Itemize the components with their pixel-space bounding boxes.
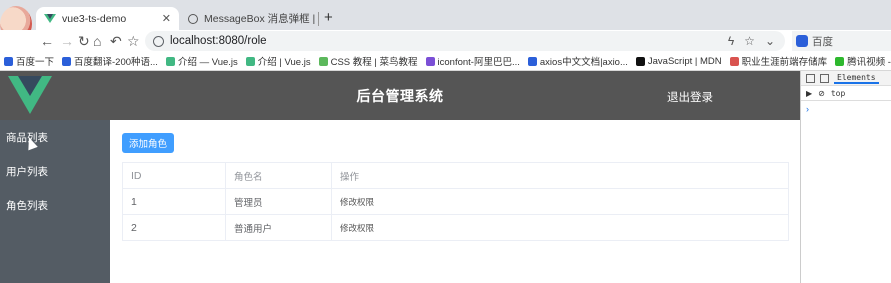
bookmark-item[interactable]: CSS 教程 | 菜鸟教程 (315, 54, 422, 68)
bookmark-favicon-icon (635, 56, 645, 66)
table-row: 1 管理员 修改权限 (122, 188, 789, 215)
context-selector[interactable]: top (831, 89, 845, 98)
back-icon[interactable]: ← (40, 32, 54, 50)
bookmark-item[interactable]: 百度一下 (0, 54, 58, 68)
bookmark-label: axios中文文档|axio... (539, 57, 628, 68)
bookmark-label: 介绍 | Vue.js (257, 57, 311, 68)
cell-role-name: 普通用户 (225, 214, 332, 241)
browser-toolbar: ← → ↻ ⌂ ↶ ☆ localhost:8080/role ϟ ☆ ⌄ 百度 (0, 30, 891, 52)
logout-button[interactable]: 退出登录 (667, 89, 713, 105)
column-header-role-name: 角色名 (225, 162, 332, 189)
search-engine-box[interactable]: 百度 (792, 31, 891, 51)
clear-console-icon[interactable]: ⊘ (818, 89, 825, 98)
sidebar-item-products[interactable]: 商品列表 (0, 120, 110, 154)
close-icon[interactable]: ✕ (162, 12, 171, 25)
bookmark-favicon-icon (318, 56, 328, 66)
lightning-icon[interactable]: ϟ (728, 34, 734, 48)
devtools-console-bar: ▶ ⊘ top (801, 86, 891, 101)
bookmark-favicon-icon (4, 56, 13, 66)
sidebar-item-label: 用户列表 (6, 165, 48, 178)
bookmark-favicon-icon (729, 56, 739, 66)
bookmark-item[interactable]: 介绍 — Vue.js (162, 54, 242, 68)
bookmark-star-icon[interactable]: ☆ (127, 32, 140, 50)
column-header-id: ID (122, 162, 226, 189)
bookmark-label: 腾讯视频 - 中国领... (847, 57, 891, 68)
bookmark-label: 介绍 — Vue.js (177, 57, 238, 68)
tab-elements[interactable]: Elements (834, 73, 879, 84)
table-header-row: ID 角色名 操作 (122, 162, 789, 189)
device-toggle-icon[interactable] (820, 73, 829, 83)
baidu-icon (796, 35, 808, 47)
cell-id: 2 (122, 214, 226, 241)
bookmark-item[interactable]: 介绍 | Vue.js (242, 54, 315, 68)
role-table: ID 角色名 操作 1 管理员 修改权限 2 普通用户 修改权限 (122, 162, 789, 241)
bookmark-favicon-icon (527, 56, 537, 66)
new-tab-button[interactable]: + (324, 9, 333, 26)
home-icon[interactable]: ⌂ (93, 32, 101, 50)
bookmark-favicon-icon (425, 56, 435, 66)
devtools-tabs: Elements (801, 71, 891, 86)
bookmark-favicon-icon (245, 56, 255, 66)
bookmark-favicon-icon (165, 56, 175, 66)
bookmark-item[interactable]: 腾讯视频 - 中国领... (831, 54, 891, 68)
reload-icon[interactable]: ↻ (78, 32, 90, 50)
edit-permission-link[interactable]: 修改权限 (331, 214, 789, 241)
star-icon[interactable]: ☆ (744, 34, 755, 48)
cell-id: 1 (122, 188, 226, 215)
globe-favicon-icon (188, 13, 198, 24)
bookmark-label: JavaScript | MDN (647, 55, 722, 67)
bookmark-label: 百度翻译-200种语... (74, 57, 158, 68)
sidebar-item-label: 角色列表 (6, 199, 48, 212)
tab-vue3-ts-demo[interactable]: vue3-ts-demo ✕ (36, 7, 179, 30)
add-role-button[interactable]: 添加角色 (122, 133, 174, 153)
address-bar[interactable]: localhost:8080/role ϟ ☆ ⌄ (145, 31, 785, 51)
inspect-icon[interactable] (806, 73, 815, 83)
bookmarks-bar: 百度一下 百度翻译-200种语... 介绍 — Vue.js 介绍 | Vue.js C… (0, 52, 891, 71)
tab-messagebox[interactable]: MessageBox 消息弹框 | Element Pl ✕ (180, 7, 318, 30)
url-text: localhost:8080/role (170, 35, 267, 47)
bookmark-item[interactable]: axios中文文档|axio... (524, 54, 632, 68)
browser-tab-strip: vue3-ts-demo ✕ MessageBox 消息弹框 | Element… (0, 0, 891, 42)
site-info-icon[interactable] (153, 35, 164, 47)
console-prompt[interactable]: › (806, 104, 809, 114)
sidebar: 商品列表 用户列表 角色列表 (0, 120, 110, 283)
tab-title: MessageBox 消息弹框 | Element Pl (204, 13, 318, 25)
bookmark-favicon-icon (62, 56, 72, 66)
column-header-actions: 操作 (331, 162, 789, 189)
bookmark-item[interactable]: iconfont-阿里巴巴... (422, 54, 524, 68)
sidebar-item-roles[interactable]: 角色列表 (0, 188, 110, 222)
bookmark-favicon-icon (835, 56, 845, 66)
app-header: 后台管理系统 退出登录 (0, 71, 800, 120)
bookmark-item[interactable]: JavaScript | MDN (632, 56, 726, 67)
app-root: 后台管理系统 退出登录 商品列表 用户列表 角色列表 添加角色 ID 角色名 操… (0, 71, 800, 283)
bookmark-item[interactable]: 职业生涯前端存储库 (726, 54, 832, 68)
search-engine-label: 百度 (812, 35, 833, 48)
bookmark-label: CSS 教程 | 菜鸟教程 (330, 57, 418, 68)
vue-favicon-icon (44, 14, 56, 23)
undo-icon[interactable]: ↶ (110, 32, 122, 50)
edit-permission-link[interactable]: 修改权限 (331, 188, 789, 215)
tab-divider (318, 12, 319, 26)
chevron-down-icon[interactable]: ⌄ (765, 34, 775, 48)
sidebar-item-users[interactable]: 用户列表 (0, 154, 110, 188)
forward-icon[interactable]: → (60, 32, 74, 50)
bookmark-item[interactable]: 百度翻译-200种语... (58, 54, 162, 68)
bookmark-label: iconfont-阿里巴巴... (437, 57, 520, 68)
bookmark-label: 职业生涯前端存储库 (741, 57, 828, 68)
table-row: 2 普通用户 修改权限 (122, 214, 789, 241)
devtools-panel: Elements ▶ ⊘ top › (800, 71, 891, 283)
bookmark-label: 百度一下 (16, 57, 55, 68)
tab-title: vue3-ts-demo (62, 12, 127, 25)
main-content: 添加角色 ID 角色名 操作 1 管理员 修改权限 2 普通用户 修改权限 (110, 120, 800, 283)
sidebar-toggle-icon[interactable]: ▶ (806, 89, 812, 98)
cell-role-name: 管理员 (225, 188, 332, 215)
